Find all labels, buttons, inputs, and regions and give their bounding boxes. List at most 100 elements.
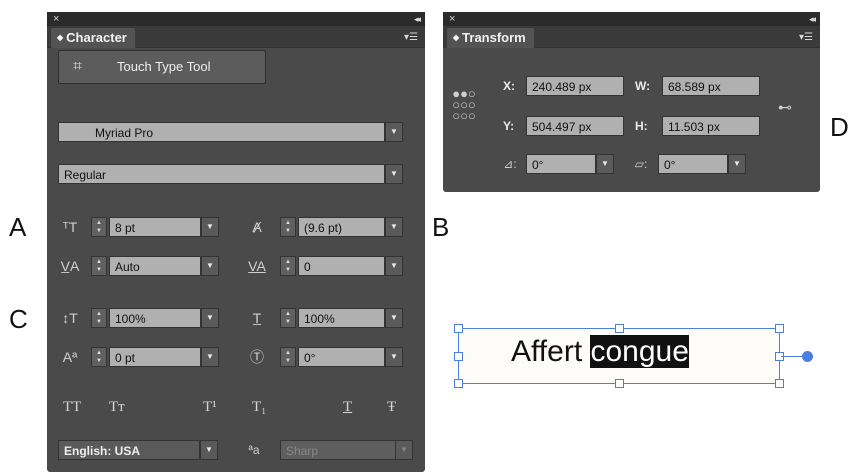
font-size-value: 8 pt — [115, 221, 136, 235]
panel-titlebar[interactable]: × ◂◂ — [443, 12, 820, 26]
font-style-dropdown[interactable]: ▼ — [385, 164, 403, 184]
character-rotation-field[interactable]: 0° — [298, 347, 385, 367]
horizontal-scale-field[interactable]: 100% — [298, 308, 385, 328]
tracking-value: 0 — [304, 260, 311, 274]
vertical-scale-dropdown[interactable]: ▼ — [201, 308, 219, 328]
tab-toggle-icon: ◆ — [453, 33, 460, 42]
x-field[interactable]: 240.489 px — [526, 76, 624, 96]
transform-panel: × ◂◂ ◆ Transform ▾☰ ●●○ ○○○ ○○○ X: 240.489 … — [443, 12, 820, 192]
text-frame[interactable]: Affert congue — [454, 324, 784, 388]
constrain-proportions-icon[interactable]: ⊷ — [773, 97, 797, 117]
tracking-field[interactable]: 0 — [298, 256, 385, 276]
rotate-value: 0° — [532, 158, 544, 172]
vertical-scale-value: 100% — [115, 312, 146, 326]
font-size-dropdown[interactable]: ▼ — [201, 217, 219, 237]
text-content[interactable]: Affert congue — [511, 335, 689, 369]
shear-dropdown[interactable]: ▼ — [728, 154, 746, 174]
y-value: 504.497 px — [532, 120, 592, 134]
strikethrough-button[interactable]: Ŧ — [387, 397, 396, 417]
out-port-icon[interactable] — [802, 351, 813, 362]
font-style-field[interactable]: Regular — [58, 164, 385, 184]
h-label: H: — [635, 119, 648, 133]
baseline-shift-value: 0 pt — [115, 351, 136, 365]
h-value: 11.503 px — [668, 120, 720, 134]
horizontal-scale-icon: T̲ — [252, 310, 262, 326]
font-size-stepper[interactable]: ▲ ▼ — [91, 217, 107, 237]
language-value: English: USA — [64, 444, 141, 458]
reference-point-icon[interactable]: ●●○ ○○○ ○○○ — [450, 87, 478, 122]
shear-value: 0° — [664, 158, 676, 172]
leading-dropdown[interactable]: ▼ — [385, 217, 403, 237]
w-field[interactable]: 68.589 px — [662, 76, 760, 96]
tracking-dropdown[interactable]: ▼ — [385, 256, 403, 276]
collapse-icon[interactable]: ◂◂ — [414, 12, 421, 26]
panel-tabrow: ◆ Character ▾☰ — [47, 26, 425, 48]
panel-titlebar[interactable]: × ◂◂ — [47, 12, 425, 26]
close-icon[interactable]: × — [53, 12, 59, 26]
vertical-scale-icon: ↕T — [62, 310, 78, 326]
subscript-button[interactable]: T₁ — [252, 397, 266, 417]
frame-handle-bl[interactable] — [454, 379, 463, 388]
leading-icon: Ⱥ — [252, 219, 262, 235]
tab-transform-label: Transform — [462, 30, 526, 45]
h-field[interactable]: 11.503 px — [662, 116, 760, 136]
font-size-icon: ᵀT — [62, 219, 78, 235]
tracking-stepper[interactable]: ▲ ▼ — [280, 256, 296, 276]
kerning-field[interactable]: Auto — [109, 256, 201, 276]
small-caps-button[interactable]: Tт — [109, 397, 125, 417]
frame-handle-tm[interactable] — [615, 324, 624, 333]
close-icon[interactable]: × — [449, 12, 455, 26]
collapse-icon[interactable]: ◂◂ — [809, 12, 816, 26]
rotate-dropdown[interactable]: ▼ — [596, 154, 614, 174]
tracking-icon: VA — [248, 258, 266, 274]
horizontal-scale-dropdown[interactable]: ▼ — [385, 308, 403, 328]
panel-menu-icon[interactable]: ▾☰ — [404, 32, 418, 43]
x-label: X: — [503, 79, 515, 93]
antialiasing-field[interactable]: Sharp — [280, 440, 409, 460]
tab-transform[interactable]: ◆ Transform — [447, 28, 534, 48]
all-caps-button[interactable]: TT — [63, 397, 81, 417]
frame-handle-tl[interactable] — [454, 324, 463, 333]
font-family-dropdown[interactable]: ▼ — [385, 122, 403, 142]
rotate-icon: ⊿: — [503, 157, 517, 171]
frame-handle-br[interactable] — [775, 379, 784, 388]
horizontal-scale-stepper[interactable]: ▲ ▼ — [280, 308, 296, 328]
antialiasing-dropdown[interactable]: ▼ — [395, 440, 413, 460]
language-dropdown[interactable]: ▼ — [200, 440, 218, 460]
touch-type-label: Touch Type Tool — [117, 59, 211, 74]
font-size-field[interactable]: 8 pt — [109, 217, 201, 237]
vertical-scale-field[interactable]: 100% — [109, 308, 201, 328]
kerning-value: Auto — [115, 260, 140, 274]
kerning-stepper[interactable]: ▲ ▼ — [91, 256, 107, 276]
superscript-button[interactable]: T¹ — [203, 397, 217, 417]
vertical-scale-stepper[interactable]: ▲ ▼ — [91, 308, 107, 328]
character-rotation-icon: Ⓣ — [250, 349, 264, 365]
font-family-field[interactable]: Myriad Pro — [58, 122, 385, 142]
frame-handle-ml[interactable] — [454, 352, 463, 361]
character-rotation-dropdown[interactable]: ▼ — [385, 347, 403, 367]
rotate-field[interactable]: 0° — [526, 154, 596, 174]
horizontal-scale-value: 100% — [304, 312, 335, 326]
kerning-dropdown[interactable]: ▼ — [201, 256, 219, 276]
y-field[interactable]: 504.497 px — [526, 116, 624, 136]
baseline-shift-field[interactable]: 0 pt — [109, 347, 201, 367]
selected-text: congue — [590, 335, 689, 368]
frame-handle-bm[interactable] — [615, 379, 624, 388]
baseline-shift-dropdown[interactable]: ▼ — [201, 347, 219, 367]
callout-d: D — [830, 112, 849, 142]
leading-stepper[interactable]: ▲ ▼ — [280, 217, 296, 237]
underline-button[interactable]: T — [343, 397, 352, 417]
antialiasing-value: Sharp — [286, 444, 319, 458]
tab-character[interactable]: ◆ Character — [51, 28, 135, 48]
touch-type-tool-button[interactable]: ⌗ Touch Type Tool — [58, 50, 266, 84]
frame-handle-tr[interactable] — [775, 324, 784, 333]
character-rotation-stepper[interactable]: ▲ ▼ — [280, 347, 296, 367]
panel-menu-icon[interactable]: ▾☰ — [799, 32, 813, 43]
baseline-shift-stepper[interactable]: ▲ ▼ — [91, 347, 107, 367]
leading-field[interactable]: (9.6 pt) — [298, 217, 385, 237]
callout-a: A — [9, 212, 27, 242]
shear-icon: ▱: — [634, 157, 648, 171]
shear-field[interactable]: 0° — [658, 154, 728, 174]
language-field[interactable]: English: USA — [58, 440, 200, 460]
touch-type-icon: ⌗ — [73, 58, 83, 75]
